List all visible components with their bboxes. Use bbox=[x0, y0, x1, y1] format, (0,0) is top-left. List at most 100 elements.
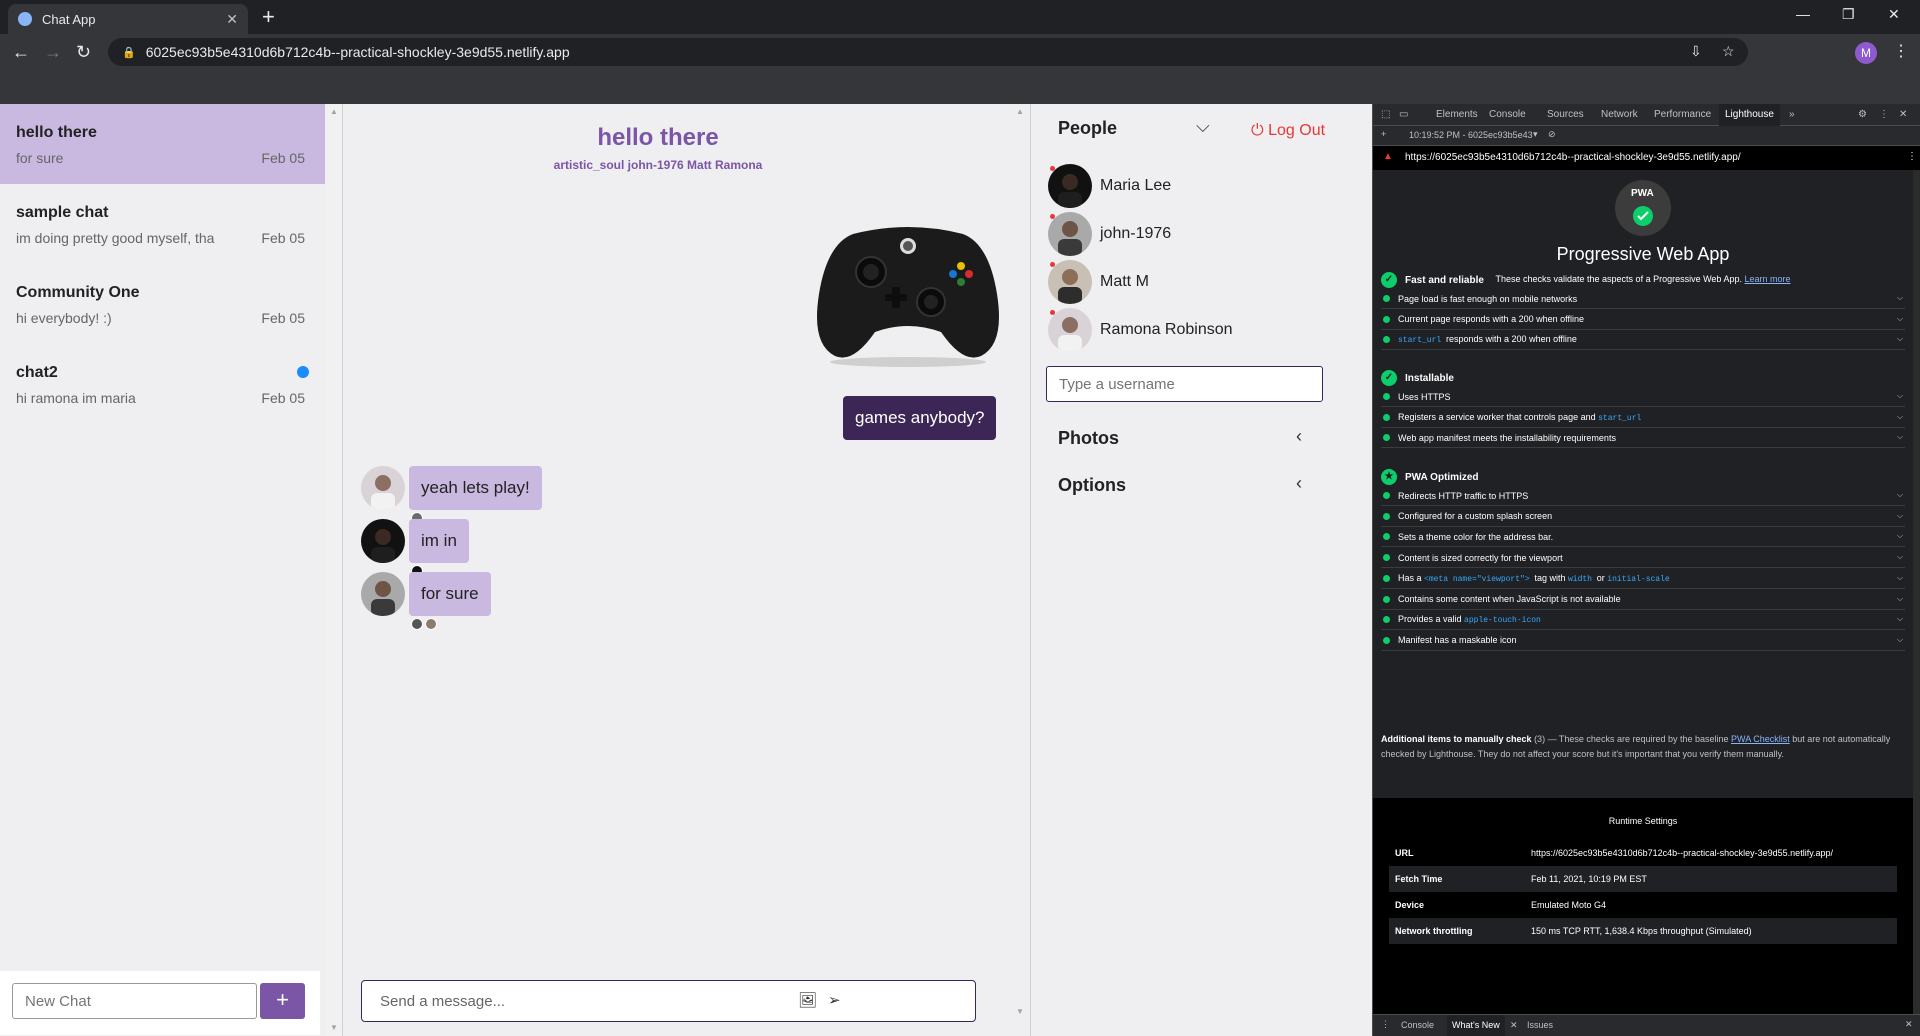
person-row[interactable]: john-1976 bbox=[1048, 212, 1348, 256]
audit-item[interactable]: Has a <meta name="viewport"> tag with wi… bbox=[1381, 569, 1905, 589]
audit-item[interactable]: Page load is fast enough on mobile netwo… bbox=[1381, 289, 1905, 309]
chevron-down-icon[interactable]: ⌵ bbox=[1897, 490, 1903, 500]
inspect-icon[interactable]: ⬚ bbox=[1381, 109, 1390, 120]
person-row[interactable]: Ramona Robinson bbox=[1048, 308, 1348, 352]
chat-list-scrollbar[interactable]: ▲ ▼ bbox=[326, 104, 342, 1036]
chevron-down-icon[interactable]: ⌵ bbox=[1897, 432, 1903, 442]
browser-tab[interactable]: Chat App ✕ bbox=[8, 4, 248, 34]
audit-item[interactable]: Redirects HTTP traffic to HTTPS ⌵ bbox=[1381, 486, 1905, 506]
reload-icon[interactable]: ↻ bbox=[76, 42, 91, 63]
settings-gear-icon[interactable]: ⚙ bbox=[1858, 109, 1867, 120]
devtools-menu-icon[interactable]: ⋮ bbox=[1879, 109, 1889, 120]
device-toggle-icon[interactable]: ▭ bbox=[1399, 109, 1408, 120]
drawer-tab-console[interactable]: Console bbox=[1401, 1020, 1434, 1030]
close-window-icon[interactable]: ✕ bbox=[1888, 6, 1900, 23]
drawer-tab-whats-new[interactable]: What's New bbox=[1447, 1015, 1505, 1036]
tab-performance[interactable]: Performance bbox=[1654, 109, 1711, 120]
chevron-down-icon[interactable]: ⌵ bbox=[1897, 531, 1903, 541]
tab-lighthouse[interactable]: Lighthouse bbox=[1719, 104, 1780, 126]
audit-item[interactable]: start_url responds with a 200 when offli… bbox=[1381, 330, 1905, 351]
new-report-icon[interactable]: + bbox=[1381, 129, 1386, 139]
tab-console[interactable]: Console bbox=[1489, 109, 1526, 120]
back-icon[interactable]: ← bbox=[12, 42, 30, 63]
chevron-down-icon[interactable]: ⌵ bbox=[1196, 116, 1210, 137]
game-controller-image[interactable] bbox=[813, 214, 1003, 369]
chevron-down-icon[interactable]: ⌵ bbox=[1897, 635, 1903, 645]
chat-item-community-one[interactable]: Community One hi everybody! :) Feb 05 bbox=[0, 264, 325, 344]
chat-feed-scrollbar[interactable]: ▲ ▼ bbox=[1012, 104, 1028, 1036]
close-devtools-icon[interactable]: ✕ bbox=[1899, 109, 1907, 120]
scroll-down-icon[interactable]: ▼ bbox=[326, 1020, 342, 1036]
chevron-down-icon[interactable]: ⌵ bbox=[1897, 412, 1903, 422]
send-icon[interactable]: ➢ bbox=[828, 991, 841, 1009]
close-drawer-tab-icon[interactable]: ✕ bbox=[1510, 1020, 1518, 1031]
audit-item[interactable]: Current page responds with a 200 when of… bbox=[1381, 310, 1905, 330]
new-tab-icon[interactable]: + bbox=[262, 6, 275, 28]
report-selector[interactable]: 10:19:52 PM - 6025ec93b5e43 bbox=[1409, 130, 1533, 140]
report-menu-icon[interactable]: ⋮ bbox=[1907, 151, 1917, 162]
audit-item[interactable]: Sets a theme color for the address bar. ⌵ bbox=[1381, 527, 1905, 548]
audit-item[interactable]: Uses HTTPS ⌵ bbox=[1381, 387, 1905, 407]
scroll-down-icon[interactable]: ▼ bbox=[1012, 1004, 1028, 1020]
address-bar[interactable]: 🔒 6025ec93b5e4310d6b712c4b--practical-sh… bbox=[108, 38, 1748, 66]
person-row[interactable]: Matt M bbox=[1048, 260, 1348, 304]
audit-item[interactable]: Manifest has a maskable icon ⌵ bbox=[1381, 631, 1905, 651]
more-tabs-icon[interactable]: » bbox=[1789, 109, 1795, 120]
audit-item[interactable]: Registers a service worker that controls… bbox=[1381, 408, 1905, 428]
browser-menu-icon[interactable]: ⋮ bbox=[1893, 41, 1909, 61]
report-dropdown-icon[interactable]: ▾ bbox=[1533, 129, 1538, 140]
logout-button[interactable]: ⏻ Log Out bbox=[1251, 122, 1325, 140]
photos-heading[interactable]: Photos bbox=[1058, 428, 1119, 449]
username-search-input[interactable] bbox=[1046, 366, 1323, 402]
restore-icon[interactable]: ❐ bbox=[1842, 6, 1855, 23]
person-row[interactable]: Maria Lee bbox=[1048, 164, 1348, 208]
install-app-icon[interactable]: ⇩ bbox=[1690, 43, 1702, 60]
message-composer[interactable]: Send a message... 🖼 ➢ bbox=[361, 980, 976, 1022]
forward-icon[interactable]: → bbox=[44, 42, 62, 63]
image-upload-icon[interactable]: 🖼 bbox=[798, 991, 817, 1009]
devtools-scrollbar[interactable] bbox=[1913, 170, 1920, 1014]
chevron-down-icon[interactable]: ⌵ bbox=[1897, 334, 1903, 344]
minimize-icon[interactable]: — bbox=[1796, 6, 1810, 22]
avatar[interactable] bbox=[361, 466, 405, 510]
tab-elements[interactable]: Elements bbox=[1436, 109, 1478, 120]
audit-item[interactable]: Contains some content when JavaScript is… bbox=[1381, 590, 1905, 610]
scroll-up-icon[interactable]: ▲ bbox=[1012, 104, 1028, 120]
chevron-down-icon[interactable]: ⌵ bbox=[1897, 573, 1903, 583]
scroll-up-icon[interactable]: ▲ bbox=[326, 104, 342, 120]
options-heading[interactable]: Options bbox=[1058, 475, 1126, 496]
manual-checks[interactable]: Additional items to manually check (3) —… bbox=[1381, 732, 1901, 762]
audit-item[interactable]: Configured for a custom splash screen ⌵ bbox=[1381, 507, 1905, 527]
new-chat-input[interactable] bbox=[12, 983, 257, 1019]
chat-item-chat2[interactable]: chat2 hi ramona im maria Feb 05 bbox=[0, 344, 325, 424]
avatar[interactable] bbox=[361, 519, 405, 563]
audit-item[interactable]: Content is sized correctly for the viewp… bbox=[1381, 548, 1905, 569]
chevron-down-icon[interactable]: ⌵ bbox=[1897, 511, 1903, 521]
chevron-down-icon[interactable]: ⌵ bbox=[1897, 391, 1903, 401]
drawer-tab-issues[interactable]: Issues bbox=[1527, 1020, 1553, 1030]
chevron-down-icon[interactable]: ⌵ bbox=[1897, 594, 1903, 604]
people-heading[interactable]: People bbox=[1058, 118, 1117, 139]
bookmark-star-icon[interactable]: ☆ bbox=[1722, 43, 1735, 60]
chevron-left-icon[interactable]: ‹ bbox=[1296, 426, 1302, 447]
avatar[interactable] bbox=[361, 572, 405, 616]
tab-network[interactable]: Network bbox=[1601, 109, 1638, 120]
chat-item-sample-chat[interactable]: sample chat im doing pretty good myself,… bbox=[0, 184, 325, 264]
close-drawer-icon[interactable]: ✕ bbox=[1905, 1019, 1913, 1030]
chat-item-hello-there[interactable]: hello there for sure Feb 05 bbox=[0, 104, 325, 184]
drawer-menu-icon[interactable]: ⋮ bbox=[1381, 1019, 1390, 1030]
learn-more-link[interactable]: Learn more bbox=[1744, 274, 1790, 284]
close-tab-icon[interactable]: ✕ bbox=[226, 11, 238, 28]
chevron-down-icon[interactable]: ⌵ bbox=[1897, 293, 1903, 303]
chevron-down-icon[interactable]: ⌵ bbox=[1897, 552, 1903, 562]
chevron-left-icon[interactable]: ‹ bbox=[1296, 473, 1302, 494]
chevron-down-icon[interactable]: ⌵ bbox=[1897, 314, 1903, 324]
pwa-checklist-link[interactable]: PWA Checklist bbox=[1731, 734, 1790, 744]
new-chat-button[interactable]: + bbox=[260, 983, 305, 1019]
chevron-down-icon[interactable]: ⌵ bbox=[1897, 614, 1903, 624]
tab-sources[interactable]: Sources bbox=[1547, 109, 1584, 120]
audit-item[interactable]: Provides a valid apple-touch-icon ⌵ bbox=[1381, 610, 1905, 631]
clear-icon[interactable]: ⊘ bbox=[1548, 129, 1556, 140]
audit-item[interactable]: Web app manifest meets the installabilit… bbox=[1381, 428, 1905, 449]
profile-avatar[interactable]: M bbox=[1855, 42, 1877, 64]
